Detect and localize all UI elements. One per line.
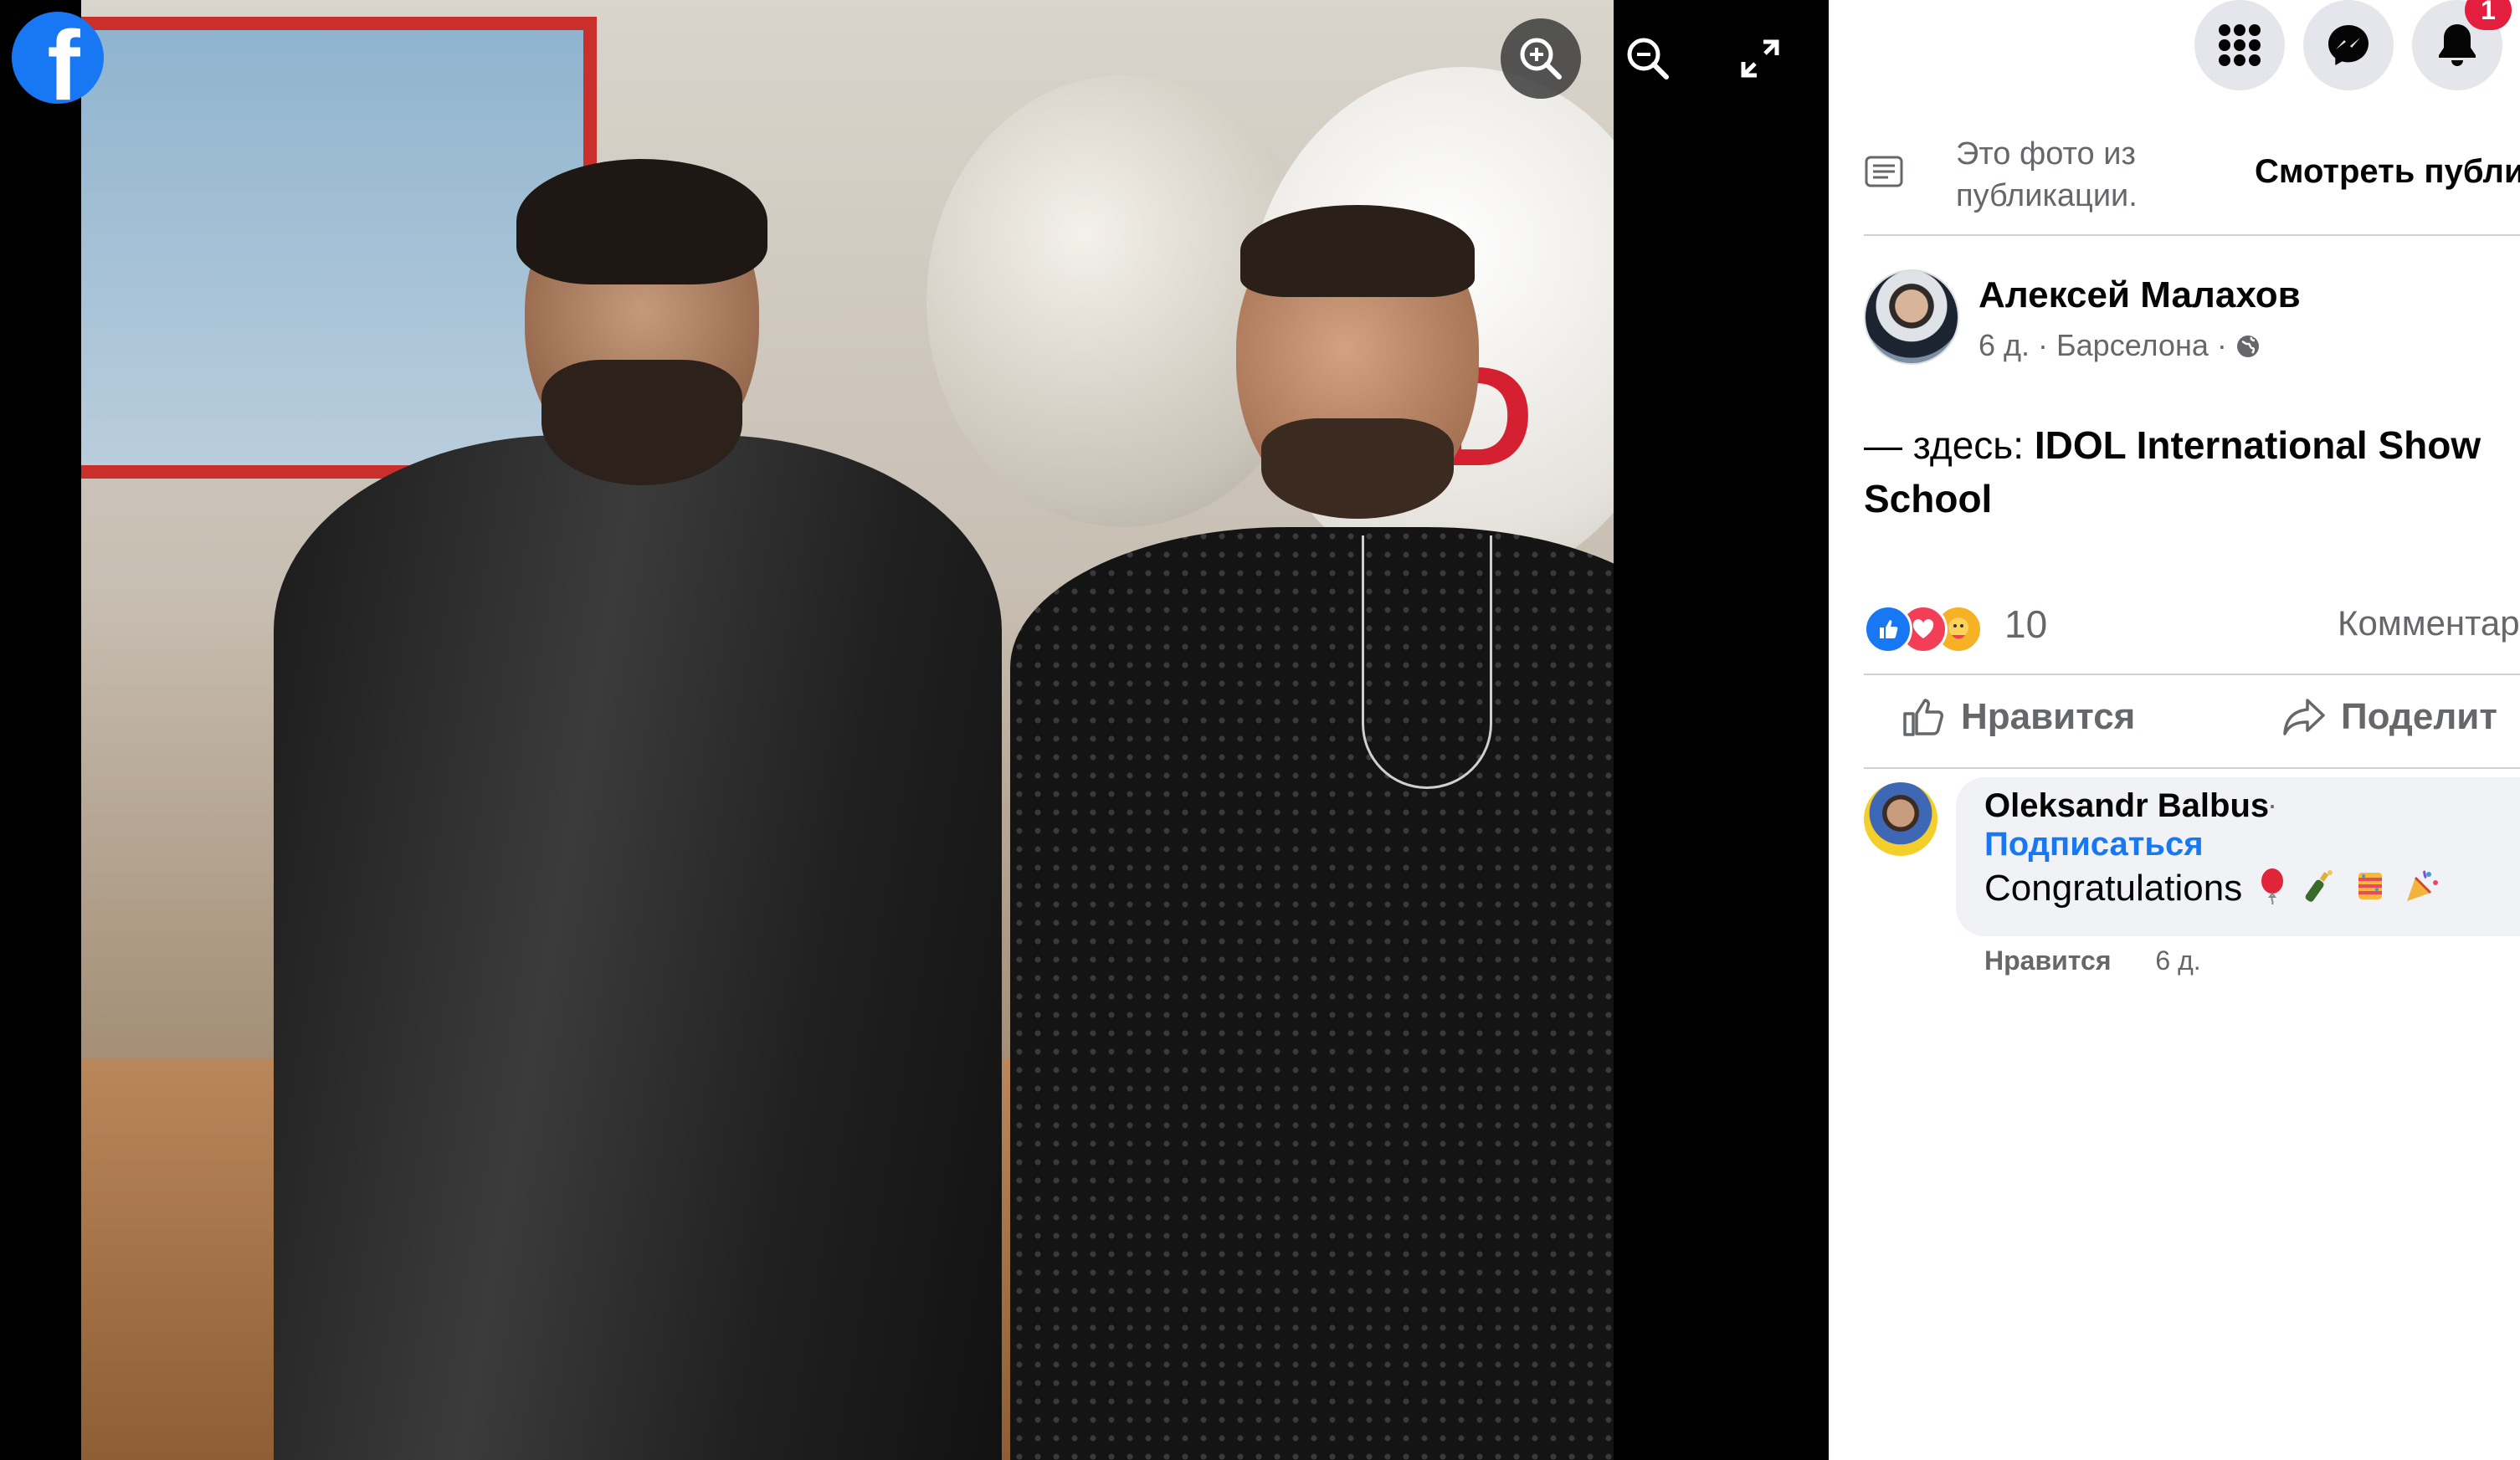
share-button[interactable]: Поделит [2282,696,2497,738]
post-photo[interactable]: ID [81,0,1614,1460]
divider [1864,767,2520,769]
reactions-bar[interactable]: 10 Комментар [1864,598,2520,653]
comment-meta: Нравится 6 д. [1984,945,2201,976]
separator-dot: · [2267,787,2277,822]
balloon-emoji [2257,868,2287,914]
post-sidebar: 1 Это фото из публикации. Смотреть публи… [1829,0,2520,1460]
follow-button[interactable]: Подписаться [1984,826,2204,863]
comment-body: Congratulations [1984,868,2243,909]
author-avatar[interactable] [1864,269,1959,365]
comment-like-button[interactable]: Нравится [1984,945,2112,976]
notifications-badge: 1 [2465,0,2512,30]
post-author: Алексей Малахов 6 д. · Барселона · [1864,269,2520,370]
fullscreen-icon [1741,39,1779,78]
necklace [1362,535,1492,789]
post-meta: 6 д. · Барселона · [1979,328,2261,363]
zoom-out-icon [1627,38,1669,79]
comment: Oleksandr Balbus · Подписаться Congratul… [1864,777,2520,976]
party-popper-emoji [2404,868,2440,914]
globe-icon [2236,336,2259,357]
author-name[interactable]: Алексей Малахов [1979,274,2301,316]
divider [1864,234,2520,236]
post-text-prefix: — здесь: [1864,423,2035,467]
photo-person-left [274,151,1002,1460]
share-icon [2283,699,2325,735]
menu-button[interactable] [2194,0,2285,90]
like-icon [1864,605,1912,653]
person-hair [1240,205,1475,297]
fullscreen-button[interactable] [1720,18,1800,99]
comment-text: Congratulations [1984,868,2440,914]
zoom-out-button[interactable] [1608,18,1688,99]
grid-menu-icon [2219,24,2261,66]
messenger-icon [2328,25,2369,65]
divider [1864,674,2520,675]
photo-person-right [1010,205,1614,1460]
person-hair [516,159,767,284]
like-label: Нравится [1961,696,2136,737]
zoom-in-button[interactable] [1501,18,1581,99]
champagne-emoji [2303,868,2337,914]
like-button[interactable]: Нравится [1902,696,2135,738]
from-post-banner: Это фото из публикации. Смотреть публик [1864,130,2520,222]
messenger-button[interactable] [2303,0,2394,90]
knit-sweater [1010,527,1614,1460]
thumbs-up-icon [1903,699,1943,736]
leather-jacket [274,435,1002,1460]
person-beard [1261,418,1454,519]
comments-link[interactable]: Комментар [2338,603,2520,643]
share-label: Поделит [2341,696,2497,737]
confetti-ball-emoji [2352,868,2389,914]
view-post-link[interactable]: Смотреть публик [2255,153,2520,191]
comment-bubble: Oleksandr Balbus · Подписаться Congratul… [1956,777,2520,936]
post-meta-text: 6 д. · Барселона · [1979,328,2227,362]
bell-icon [2439,24,2476,66]
from-post-text: Это фото из публикации. [1956,136,2138,213]
post-text: — здесь: IDOL International Show School [1864,418,2520,525]
post-actions: Нравится Поделит [1864,688,2520,763]
post-note-icon [1865,156,1903,187]
facebook-logo-glyph: f [47,12,80,104]
person-beard [541,360,742,485]
commenter-avatar[interactable] [1864,782,1937,856]
reactions-count: 10 [2004,602,2048,646]
facebook-logo[interactable]: f [12,12,104,104]
photo-viewer: ID f [0,0,1829,1460]
top-icons: 1 [1829,0,2520,100]
zoom-in-icon [1520,38,1562,79]
commenter-name[interactable]: Oleksandr Balbus [1984,787,2269,825]
comment-time[interactable]: 6 д. [2155,945,2200,976]
